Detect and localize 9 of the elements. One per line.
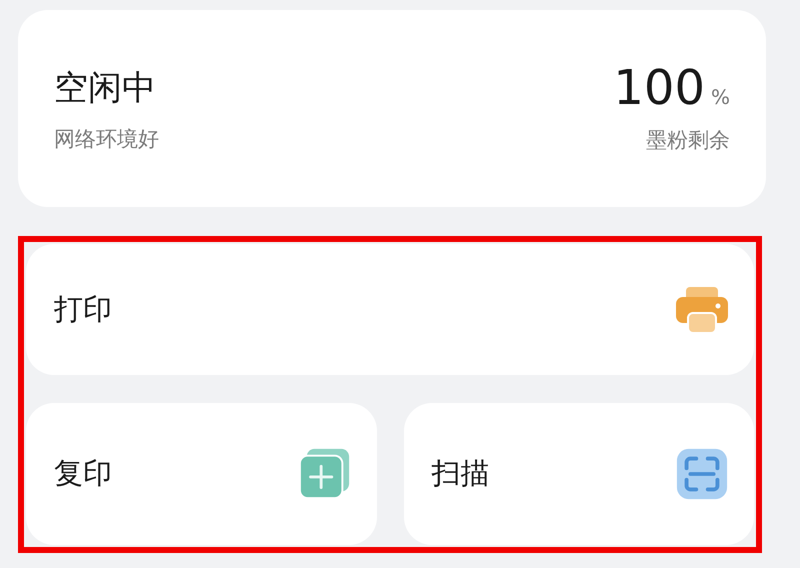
network-status: 网络环境好 bbox=[54, 126, 159, 152]
toner-value: 100 bbox=[613, 64, 705, 112]
copy-button[interactable]: 复印 bbox=[26, 403, 376, 545]
print-button[interactable]: 打印 bbox=[26, 244, 754, 375]
printer-state: 空闲中 bbox=[54, 66, 157, 110]
scan-icon bbox=[674, 447, 730, 501]
toner-label: 墨粉剩余 bbox=[646, 126, 730, 154]
percent-unit: % bbox=[710, 84, 730, 108]
scan-button[interactable]: 扫描 bbox=[404, 403, 754, 545]
